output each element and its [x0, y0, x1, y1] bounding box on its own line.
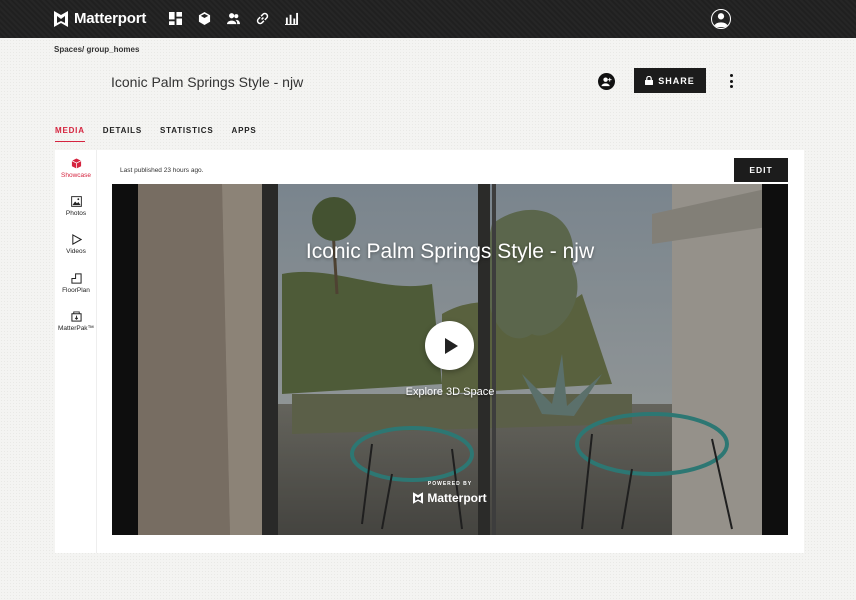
- matterport-logo[interactable]: Matterport: [54, 10, 146, 27]
- image-icon: [70, 196, 82, 207]
- matterport-logo-icon: [54, 10, 68, 27]
- player-brand: Matterport: [112, 491, 788, 505]
- link-icon[interactable]: [255, 11, 269, 25]
- sidebar-item-label: Photos: [65, 210, 87, 217]
- breadcrumb-separator: /: [82, 45, 85, 54]
- nav-icons: [168, 11, 298, 25]
- powered-by-label: POWERED BY: [427, 481, 473, 487]
- matterport-logo-icon: [413, 492, 424, 504]
- user-avatar-icon[interactable]: [711, 9, 731, 29]
- media-sidebar: Showcase Photos Videos FloorPlan MatterP…: [55, 150, 97, 553]
- cube-icon: [71, 158, 81, 169]
- top-navigation-bar: Matterport: [0, 0, 856, 38]
- tab-statistics[interactable]: STATISTICS: [160, 126, 213, 142]
- sidebar-item-floorplan[interactable]: FloorPlan: [55, 273, 97, 294]
- play-icon: [445, 337, 458, 354]
- cube-icon[interactable]: [197, 11, 211, 25]
- play-icon: [71, 234, 82, 245]
- breadcrumb: Spaces/ group_homes: [54, 45, 139, 54]
- share-button[interactable]: SHARE: [634, 68, 706, 93]
- sidebar-item-videos[interactable]: Videos: [55, 234, 97, 255]
- add-collaborator-button[interactable]: [598, 73, 615, 90]
- sidebar-item-showcase[interactable]: Showcase: [55, 158, 97, 179]
- sidebar-item-photos[interactable]: Photos: [55, 196, 97, 217]
- tab-details[interactable]: DETAILS: [103, 126, 142, 142]
- player-title: Iconic Palm Springs Style - njw: [305, 240, 595, 263]
- sidebar-item-label: Videos: [66, 248, 86, 255]
- sidebar-item-label: Showcase: [61, 172, 91, 179]
- analytics-icon[interactable]: [284, 11, 298, 25]
- lock-icon: [645, 76, 654, 85]
- users-icon[interactable]: [226, 11, 240, 25]
- tab-media[interactable]: MEDIA: [55, 126, 85, 142]
- explore-3d-label: Explore 3D Space: [405, 386, 495, 398]
- dashboard-icon[interactable]: [168, 11, 182, 25]
- tab-bar: MEDIA DETAILS STATISTICS APPS: [55, 126, 257, 142]
- edit-button[interactable]: EDIT: [734, 158, 788, 182]
- breadcrumb-spaces[interactable]: Spaces: [54, 45, 82, 54]
- last-published-text: Last published 23 hours ago.: [120, 167, 204, 174]
- floorplan-icon: [70, 273, 82, 284]
- showcase-panel: Last published 23 hours ago. EDIT Iconic…: [97, 150, 804, 553]
- user-icon: [601, 77, 612, 87]
- breadcrumb-current[interactable]: group_homes: [87, 45, 140, 54]
- player-brand-name: Matterport: [427, 491, 487, 505]
- showcase-player[interactable]: Iconic Palm Springs Style - njw Explore …: [112, 184, 788, 535]
- play-button[interactable]: [425, 321, 474, 370]
- more-options-icon[interactable]: [726, 72, 736, 90]
- package-icon: [70, 311, 82, 322]
- sidebar-item-label: MatterPak™: [57, 325, 95, 332]
- page-title: Iconic Palm Springs Style - njw: [111, 74, 304, 90]
- brand-name: Matterport: [74, 10, 147, 27]
- tab-apps[interactable]: APPS: [232, 126, 257, 142]
- sidebar-item-matterpak[interactable]: MatterPak™: [55, 311, 97, 332]
- sidebar-item-label: FloorPlan: [62, 287, 90, 294]
- share-button-label: SHARE: [658, 75, 695, 86]
